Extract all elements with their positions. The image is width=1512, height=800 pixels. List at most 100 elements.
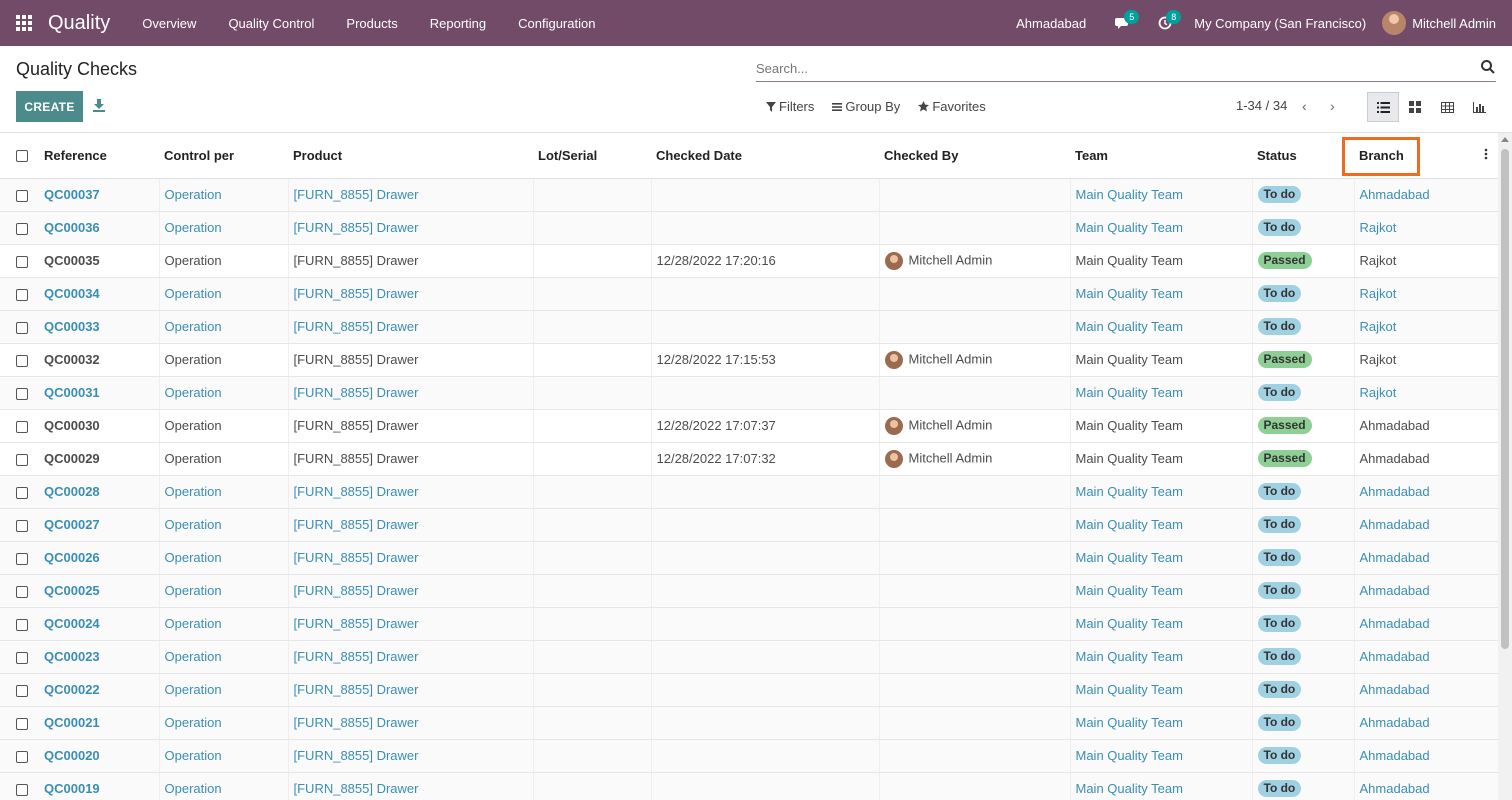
cell-reference[interactable]: QC00035: [39, 244, 160, 278]
cell-lot-serial[interactable]: [533, 343, 652, 377]
row-checkbox-cell[interactable]: [0, 574, 39, 608]
table-row[interactable]: QC00019 Operation [FURN_8855] Drawer Main Q…: [0, 772, 1498, 800]
cell-checked-by[interactable]: [879, 310, 1071, 344]
row-checkbox[interactable]: [16, 354, 28, 367]
cell-checked-by[interactable]: Mitchell Admin: [879, 343, 1071, 377]
cell-team[interactable]: Main Quality Team: [1070, 178, 1253, 212]
cell-checked-by[interactable]: [879, 508, 1071, 542]
row-checkbox[interactable]: [16, 288, 28, 301]
cell-control-per[interactable]: Operation: [159, 508, 289, 542]
header-team[interactable]: Team: [1070, 133, 1252, 179]
cell-team[interactable]: Main Quality Team: [1070, 739, 1253, 773]
cell-branch[interactable]: Ahmadabad: [1354, 673, 1469, 707]
select-all-checkbox-cell[interactable]: [0, 133, 39, 179]
row-checkbox-cell[interactable]: [0, 211, 39, 245]
cell-status[interactable]: To do: [1252, 607, 1355, 641]
table-row[interactable]: QC00022 Operation [FURN_8855] Drawer Main Q…: [0, 673, 1498, 707]
cell-lot-serial[interactable]: [533, 442, 652, 476]
cell-product[interactable]: [FURN_8855] Drawer: [288, 706, 534, 740]
cell-product[interactable]: [FURN_8855] Drawer: [288, 475, 534, 509]
scroll-up-arrow-icon[interactable]: [1501, 137, 1509, 142]
branch-switcher[interactable]: Ahmadabad: [1000, 16, 1102, 31]
row-checkbox-cell[interactable]: [0, 277, 39, 311]
cell-reference[interactable]: QC00026: [39, 541, 160, 575]
cell-checked-date[interactable]: [651, 277, 880, 311]
cell-product[interactable]: [FURN_8855] Drawer: [288, 541, 534, 575]
row-checkbox[interactable]: [16, 519, 28, 532]
cell-checked-date[interactable]: 12/28/2022 17:07:32: [651, 442, 880, 476]
cell-reference[interactable]: QC00036: [39, 211, 160, 245]
cell-product[interactable]: [FURN_8855] Drawer: [288, 508, 534, 542]
cell-control-per[interactable]: Operation: [159, 574, 289, 608]
vertical-scrollbar[interactable]: [1498, 133, 1512, 800]
cell-checked-by[interactable]: Mitchell Admin: [879, 244, 1071, 278]
cell-team[interactable]: Main Quality Team: [1070, 409, 1253, 443]
menu-reporting[interactable]: Reporting: [414, 16, 502, 31]
cell-checked-by[interactable]: [879, 376, 1071, 410]
cell-reference[interactable]: QC00021: [39, 706, 160, 740]
cell-checked-date[interactable]: [651, 772, 880, 800]
cell-branch[interactable]: Ahmadabad: [1354, 475, 1469, 509]
table-row[interactable]: QC00020 Operation [FURN_8855] Drawer Main Q…: [0, 739, 1498, 773]
cell-product[interactable]: [FURN_8855] Drawer: [288, 640, 534, 674]
cell-lot-serial[interactable]: [533, 244, 652, 278]
cell-lot-serial[interactable]: [533, 475, 652, 509]
cell-team[interactable]: Main Quality Team: [1070, 277, 1253, 311]
cell-reference[interactable]: QC00031: [39, 376, 160, 410]
cell-lot-serial[interactable]: [533, 310, 652, 344]
cell-branch[interactable]: Rajkot: [1354, 343, 1469, 377]
row-checkbox[interactable]: [16, 552, 28, 565]
table-row[interactable]: QC00023 Operation [FURN_8855] Drawer Main Q…: [0, 640, 1498, 674]
cell-checked-date[interactable]: 12/28/2022 17:15:53: [651, 343, 880, 377]
cell-product[interactable]: [FURN_8855] Drawer: [288, 574, 534, 608]
cell-checked-date[interactable]: [651, 475, 880, 509]
cell-status[interactable]: To do: [1252, 541, 1355, 575]
cell-checked-date[interactable]: [651, 574, 880, 608]
cell-team[interactable]: Main Quality Team: [1070, 475, 1253, 509]
row-checkbox[interactable]: [16, 651, 28, 664]
row-checkbox[interactable]: [16, 717, 28, 730]
apps-grid-icon[interactable]: [0, 0, 48, 46]
cell-status[interactable]: To do: [1252, 574, 1355, 608]
cell-product[interactable]: [FURN_8855] Drawer: [288, 739, 534, 773]
chevron-right-icon[interactable]: ›: [1330, 98, 1335, 114]
cell-team[interactable]: Main Quality Team: [1070, 772, 1253, 800]
cell-product[interactable]: [FURN_8855] Drawer: [288, 277, 534, 311]
cell-status[interactable]: To do: [1252, 376, 1355, 410]
cell-team[interactable]: Main Quality Team: [1070, 574, 1253, 608]
row-checkbox[interactable]: [16, 420, 28, 433]
row-checkbox-cell[interactable]: [0, 673, 39, 707]
cell-reference[interactable]: QC00027: [39, 508, 160, 542]
cell-lot-serial[interactable]: [533, 739, 652, 773]
cell-lot-serial[interactable]: [533, 574, 652, 608]
download-icon[interactable]: [92, 98, 106, 112]
cell-team[interactable]: Main Quality Team: [1070, 541, 1253, 575]
cell-lot-serial[interactable]: [533, 178, 652, 212]
row-checkbox-cell[interactable]: [0, 244, 39, 278]
table-row[interactable]: QC00034 Operation [FURN_8855] Drawer Main Q…: [0, 277, 1498, 311]
cell-checked-by[interactable]: [879, 673, 1071, 707]
row-checkbox[interactable]: [16, 255, 28, 268]
cell-status[interactable]: Passed: [1252, 442, 1355, 476]
cell-status[interactable]: To do: [1252, 772, 1355, 800]
row-checkbox-cell[interactable]: [0, 640, 39, 674]
cell-checked-date[interactable]: [651, 739, 880, 773]
table-row[interactable]: QC00029 Operation [FURN_8855] Drawer 12/28/…: [0, 442, 1498, 476]
header-branch-cell[interactable]: Branch: [1342, 133, 1469, 179]
cell-status[interactable]: To do: [1252, 211, 1355, 245]
cell-status[interactable]: To do: [1252, 178, 1355, 212]
cell-team[interactable]: Main Quality Team: [1070, 673, 1253, 707]
row-checkbox[interactable]: [16, 684, 28, 697]
cell-lot-serial[interactable]: [533, 607, 652, 641]
table-row[interactable]: QC00033 Operation [FURN_8855] Drawer Main Q…: [0, 310, 1498, 344]
cell-control-per[interactable]: Operation: [159, 673, 289, 707]
header-product[interactable]: Product: [288, 133, 533, 179]
cell-reference[interactable]: QC00032: [39, 343, 160, 377]
cell-branch[interactable]: Ahmadabad: [1354, 706, 1469, 740]
cell-checked-by[interactable]: Mitchell Admin: [879, 409, 1071, 443]
table-row[interactable]: QC00026 Operation [FURN_8855] Drawer Main Q…: [0, 541, 1498, 575]
table-row[interactable]: QC00037 Operation [FURN_8855] Drawer Main Q…: [0, 178, 1498, 212]
cell-control-per[interactable]: Operation: [159, 706, 289, 740]
cell-control-per[interactable]: Operation: [159, 211, 289, 245]
cell-product[interactable]: [FURN_8855] Drawer: [288, 772, 534, 800]
